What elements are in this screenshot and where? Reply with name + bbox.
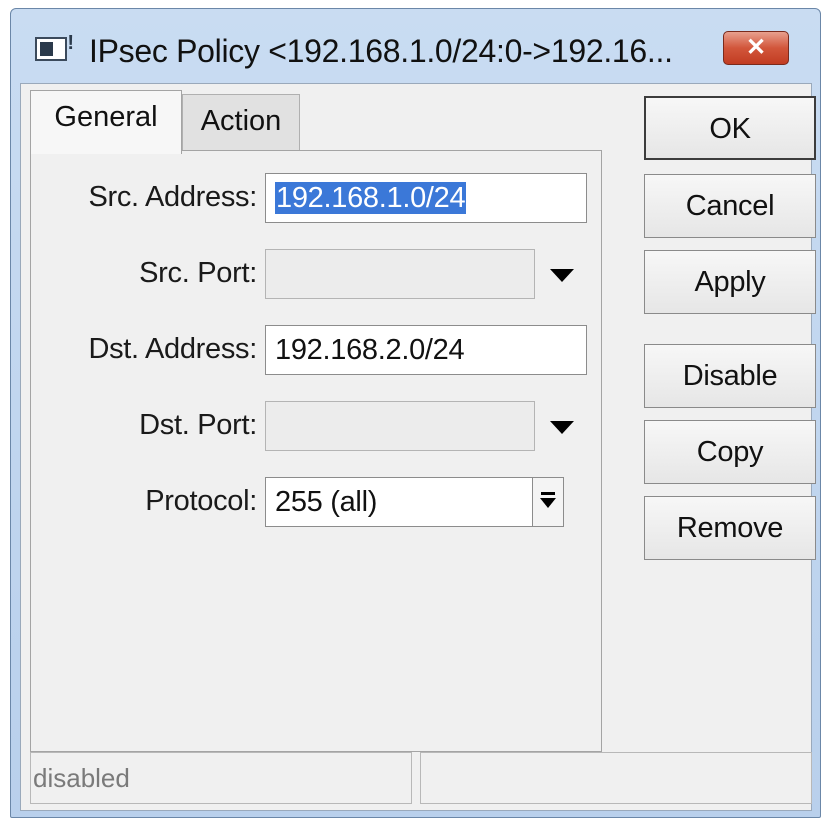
status-disabled: disabled [30, 752, 412, 804]
src-address-input[interactable]: 192.168.1.0/24 [265, 173, 587, 223]
dst-port-label: Dst. Port: [139, 409, 257, 441]
general-tab-panel: Src. Address: 192.168.1.0/24 Src. Port: … [30, 150, 602, 752]
dst-port-input[interactable] [265, 401, 535, 451]
title-bar[interactable]: ! IPsec Policy <192.168.1.0/24:0->192.16… [11, 9, 820, 87]
dst-address-input[interactable]: 192.168.2.0/24 [265, 325, 587, 375]
cancel-button[interactable]: Cancel [644, 174, 816, 238]
close-button[interactable]: ✕ [723, 31, 789, 65]
disable-button[interactable]: Disable [644, 344, 816, 408]
window-app-icon: ! [35, 33, 74, 61]
tab-general[interactable]: General [30, 90, 182, 154]
ok-button[interactable]: OK [644, 96, 816, 160]
close-icon: ✕ [745, 34, 767, 61]
ipsec-policy-window: ! IPsec Policy <192.168.1.0/24:0->192.16… [10, 8, 821, 818]
src-address-label: Src. Address: [88, 181, 257, 213]
src-port-label: Src. Port: [139, 257, 257, 289]
src-port-input[interactable] [265, 249, 535, 299]
remove-button[interactable]: Remove [644, 496, 816, 560]
protocol-combo-dropdown-button[interactable] [532, 477, 564, 527]
apply-button[interactable]: Apply [644, 250, 816, 314]
dst-address-label: Dst. Address: [88, 333, 257, 365]
src-port-dropdown-arrow-icon[interactable] [550, 269, 574, 282]
dst-port-dropdown-arrow-icon[interactable] [550, 421, 574, 434]
dialog-body: General Action Src. Address: 192.168.1.0… [20, 83, 816, 811]
combo-dropdown-icon [541, 492, 555, 495]
window-title: IPsec Policy <192.168.1.0/24:0->192.16..… [89, 33, 673, 69]
tab-action[interactable]: Action [182, 94, 300, 152]
protocol-input[interactable]: 255 (all) [265, 477, 533, 527]
status-bar: disabled [30, 752, 812, 804]
src-address-value: 192.168.1.0/24 [275, 182, 467, 214]
protocol-label: Protocol: [145, 485, 257, 517]
status-right [420, 752, 812, 804]
copy-button[interactable]: Copy [644, 420, 816, 484]
